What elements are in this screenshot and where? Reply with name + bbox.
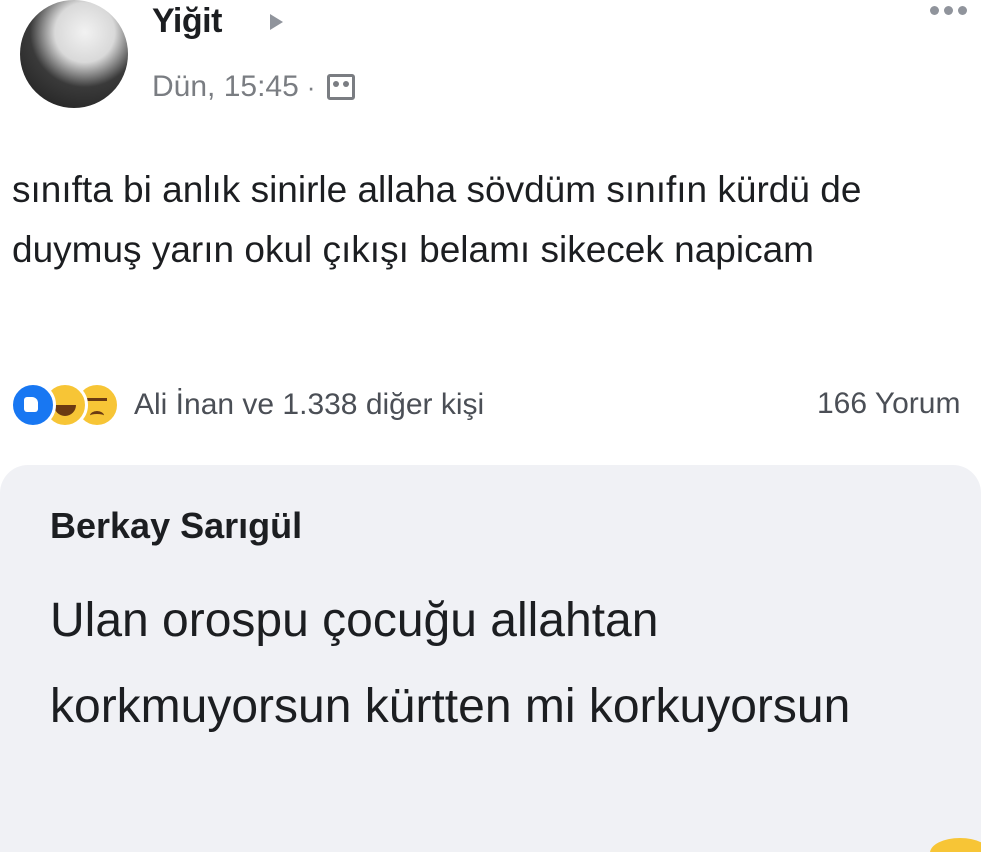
friends-icon[interactable]: [327, 74, 356, 100]
more-dot: [930, 6, 939, 15]
comment-text: Ulan orospu çocuğu allahtan korkmuyorsun…: [50, 594, 851, 733]
facebook-post: Yiğit Dün, 15:45 · sınıfta bi anlık sini…: [0, 0, 981, 852]
meta-separator: ·: [306, 71, 316, 102]
like-icon: [10, 382, 56, 428]
post-text: sınıfta bi anlık sinirle allaha sövdüm s…: [12, 169, 862, 270]
post-meta: Dün, 15:45 ·: [152, 70, 356, 104]
post-timestamp[interactable]: Dün, 15:45: [152, 70, 299, 104]
caret-right-icon: [270, 14, 283, 30]
author-avatar[interactable]: [20, 0, 128, 108]
comments-count[interactable]: 166 Yorum: [817, 387, 960, 421]
author-name[interactable]: Yiğit: [152, 2, 222, 41]
reactions-text[interactable]: Ali İnan ve 1.338 diğer kişi: [134, 388, 484, 422]
more-dot: [958, 6, 967, 15]
more-dot: [944, 6, 953, 15]
more-horizontal-icon[interactable]: [930, 6, 967, 15]
reactions-summary[interactable]: Ali İnan ve 1.338 diğer kişi: [10, 382, 484, 428]
comment-author[interactable]: Berkay Sarıgül: [50, 505, 302, 547]
